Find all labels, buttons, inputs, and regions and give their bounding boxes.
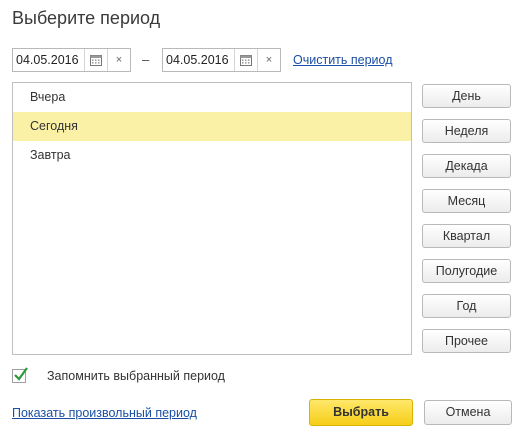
list-item-today[interactable]: Сегодня <box>13 112 411 141</box>
cancel-button[interactable]: Отмена <box>424 400 512 425</box>
show-custom-period-link[interactable]: Показать произвольный период <box>12 406 197 420</box>
clear-period-link[interactable]: Очистить период <box>293 53 393 67</box>
quarter-button[interactable]: Квартал <box>422 224 511 248</box>
clear-end-date-icon[interactable]: × <box>257 49 280 71</box>
start-date-field[interactable]: 04.05.2016 × <box>12 48 131 72</box>
remember-period-checkbox[interactable] <box>12 367 28 383</box>
decade-button[interactable]: Декада <box>422 154 511 178</box>
half-year-button[interactable]: Полугодие <box>422 259 511 283</box>
clear-start-date-icon[interactable]: × <box>107 49 130 71</box>
remember-period-label[interactable]: Запомнить выбранный период <box>47 369 225 383</box>
period-list[interactable]: Вчера Сегодня Завтра <box>12 82 412 355</box>
calendar-icon[interactable] <box>84 49 107 71</box>
checkmark-icon <box>14 367 28 381</box>
start-date-input[interactable]: 04.05.2016 <box>13 49 84 71</box>
date-separator: – <box>142 52 150 67</box>
calendar-icon[interactable] <box>234 49 257 71</box>
list-item-tomorrow[interactable]: Завтра <box>13 141 411 170</box>
select-button[interactable]: Выбрать <box>309 399 413 426</box>
dialog-title: Выберите период <box>12 8 161 28</box>
week-button[interactable]: Неделя <box>422 119 511 143</box>
list-item-yesterday[interactable]: Вчера <box>13 83 411 112</box>
other-button[interactable]: Прочее <box>422 329 511 353</box>
year-button[interactable]: Год <box>422 294 511 318</box>
end-date-field[interactable]: 04.05.2016 × <box>162 48 281 72</box>
end-date-input[interactable]: 04.05.2016 <box>163 49 234 71</box>
month-button[interactable]: Месяц <box>422 189 511 213</box>
remember-period-row[interactable]: Запомнить выбранный период <box>12 367 225 383</box>
day-button[interactable]: День <box>422 84 511 108</box>
